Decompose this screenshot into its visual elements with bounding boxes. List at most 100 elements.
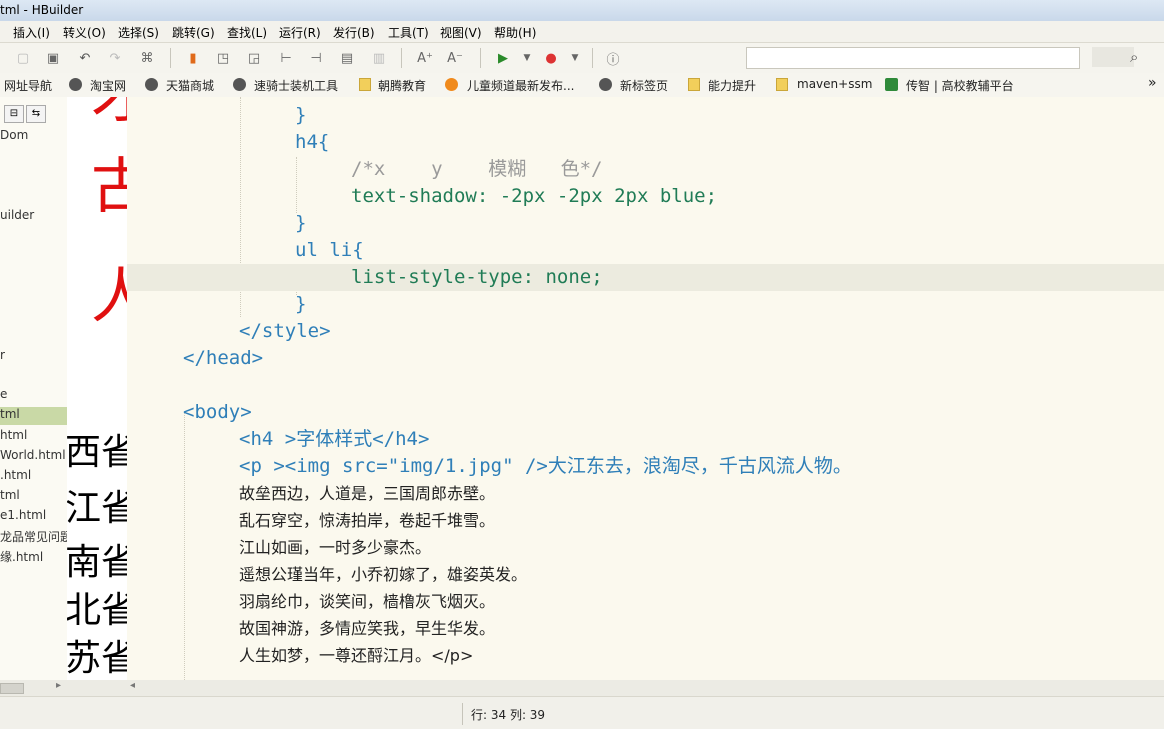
tree-item[interactable]: Dom <box>0 128 67 142</box>
code-line: 故国神游，多情应笑我，早生华发。 <box>239 619 496 638</box>
tree-item-selected[interactable]: tml <box>0 407 67 425</box>
bookmark-ability[interactable]: 能力提升 <box>708 77 756 94</box>
cursor-position: 行: 34 列: 39 <box>471 708 546 722</box>
bookmark-taobao[interactable]: 淘宝网 <box>90 77 126 94</box>
menu-select[interactable]: 选择(S) <box>118 24 159 41</box>
tree-item[interactable]: 缘.html <box>0 548 67 565</box>
preview-glyph: 人 <box>91 262 127 332</box>
menu-tools[interactable]: 工具(T) <box>388 24 429 41</box>
code-line: <h4 >字体样式</h4> <box>239 428 430 450</box>
prev-bookmark-icon[interactable]: ◳ <box>214 49 232 67</box>
preview-text: 南省 <box>67 542 127 583</box>
code-line: } <box>295 104 307 126</box>
bookmark-newtab[interactable]: 新标签页 <box>620 77 668 94</box>
preview-text: 西省 <box>67 432 127 473</box>
code-editor[interactable]: } h4{ /*x y 模糊 色*/ text-shadow: -2px -2p… <box>127 97 1164 680</box>
undo-icon[interactable]: ↶ <box>76 49 94 67</box>
globe-icon <box>145 78 158 91</box>
globe-icon <box>599 78 612 91</box>
preview-glyph: 才 <box>91 97 127 132</box>
code-line: } <box>295 212 307 234</box>
menu-help[interactable]: 帮助(H) <box>494 24 536 41</box>
menu-view[interactable]: 视图(V) <box>440 24 482 41</box>
info-icon[interactable]: ⓘ <box>604 49 622 68</box>
tree-item[interactable]: uilder <box>0 208 67 222</box>
scroll-thumb[interactable] <box>0 683 24 694</box>
bing-icon <box>445 78 458 91</box>
new-file-icon[interactable]: ▢ <box>14 49 32 67</box>
scroll-right-icon[interactable]: ▸ <box>56 680 61 691</box>
redo-icon[interactable]: ↷ <box>106 49 124 67</box>
menu-escape[interactable]: 转义(O) <box>63 24 106 41</box>
save-icon[interactable]: ▣ <box>44 49 62 67</box>
bookmark-edu[interactable]: 朝腾教育 <box>378 77 426 94</box>
tree-item[interactable]: .html <box>0 468 67 482</box>
code-line: 遥想公瑾当年，小乔初嫁了，雄姿英发。 <box>239 565 528 584</box>
search-input[interactable] <box>746 47 1080 69</box>
jump-end-icon[interactable]: ⊣ <box>307 49 325 67</box>
code-line: </head> <box>183 347 264 369</box>
tree-item[interactable]: e1.html <box>0 508 67 522</box>
comment-icon[interactable]: ▤ <box>338 49 356 67</box>
bookmark-maven[interactable]: maven+ssm <box>797 77 872 91</box>
menu-publish[interactable]: 发行(B) <box>333 24 375 41</box>
bookmark-nav[interactable]: 网址导航 <box>4 77 52 94</box>
collapse-icon[interactable]: ⊟ <box>4 105 24 123</box>
tree-item[interactable]: r <box>0 348 67 362</box>
bookmark-tool[interactable]: 速骑士装机工具 <box>254 77 338 94</box>
scroll-left-icon[interactable]: ◂ <box>130 680 135 691</box>
toolbar-separator <box>401 48 402 68</box>
preview-panel: 才 古 人 西省 江省 南省 北省 苏省 <box>67 97 127 680</box>
font-decrease-icon[interactable]: A⁻ <box>446 49 464 67</box>
folder-icon <box>359 78 371 91</box>
code-line: 故垒西边，人道是，三国周郎赤壁。 <box>239 484 496 503</box>
run-icon[interactable]: ▶ <box>494 49 512 67</box>
search-icon[interactable]: ⌕ <box>1130 48 1138 66</box>
menu-find[interactable]: 查找(L) <box>227 24 267 41</box>
globe-icon <box>233 78 246 91</box>
toolbar-separator <box>480 48 481 68</box>
tree-item[interactable]: 龙品常见问题 <box>0 528 67 545</box>
tree-item[interactable]: tml <box>0 488 67 502</box>
link-editor-icon[interactable]: ⇆ <box>26 105 46 123</box>
bookmark-icon[interactable]: ▮ <box>184 49 202 67</box>
bookmark-chuanzhi[interactable]: 传智 | 高校教辅平台 <box>906 77 1014 94</box>
toolbar: ▢ ▣ ↶ ↷ ⌘ ▮ ◳ ◲ ⊢ ⊣ ▤ ▥ A⁺ A⁻ ▶ ▼ ● ▼ ⓘ … <box>0 43 1164 74</box>
font-increase-icon[interactable]: A⁺ <box>416 49 434 67</box>
chevron-down-icon[interactable]: ▼ <box>518 49 536 67</box>
code-line: 江山如画，一时多少豪杰。 <box>239 538 432 557</box>
next-bookmark-icon[interactable]: ◲ <box>245 49 263 67</box>
chrome-icon[interactable]: ● <box>542 49 560 67</box>
menu-insert[interactable]: 插入(I) <box>13 24 50 41</box>
chevron-down-icon[interactable]: ▼ <box>566 49 584 67</box>
code-line: h4{ <box>295 131 330 153</box>
bookmark-kids[interactable]: 儿童频道最新发布... <box>467 77 574 94</box>
tree-item[interactable]: World.html <box>0 448 67 462</box>
menu-bar: 插入(I) 转义(O) 选择(S) 跳转(G) 查找(L) 运行(R) 发行(B… <box>0 21 1164 43</box>
chuanzhi-icon <box>885 78 898 91</box>
code-line: 乱石穿空，惊涛拍岸，卷起千堆雪。 <box>239 511 496 530</box>
status-separator <box>462 703 463 725</box>
horizontal-scrollbar[interactable]: ▸ ◂ <box>0 680 1164 696</box>
code-line: <p ><img src="img/1.jpg" />大江东去，浪淘尽，千古风流… <box>239 455 852 477</box>
search-scope[interactable] <box>1092 47 1134 67</box>
jump-start-icon[interactable]: ⊢ <box>277 49 295 67</box>
bookmarks-more-icon[interactable]: » <box>1148 75 1157 91</box>
tree-item[interactable]: e <box>0 387 67 401</box>
menu-run[interactable]: 运行(R) <box>279 24 321 41</box>
code-line-current: list-style-type: none; <box>127 264 1164 291</box>
format-icon[interactable]: ⌘ <box>138 49 156 67</box>
code-line: <body> <box>183 401 252 423</box>
folder-icon <box>688 78 700 91</box>
globe-icon <box>69 78 82 91</box>
preview-text: 苏省 <box>67 638 127 679</box>
code-line: ul li{ <box>295 239 364 261</box>
code-line: text-shadow: -2px -2px 2px blue; <box>351 185 718 207</box>
folder-icon <box>776 78 788 91</box>
uncomment-icon[interactable]: ▥ <box>370 49 388 67</box>
menu-goto[interactable]: 跳转(G) <box>172 24 215 41</box>
bookmark-tmall[interactable]: 天猫商城 <box>166 77 214 94</box>
bookmarks-bar: 网址导航 淘宝网 天猫商城 速骑士装机工具 朝腾教育 儿童频道最新发布... 新… <box>0 73 1164 98</box>
tree-item[interactable]: html <box>0 428 67 442</box>
